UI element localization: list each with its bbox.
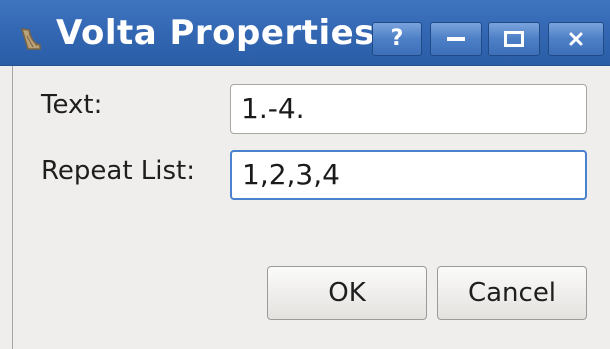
minimize-button[interactable] <box>430 22 482 56</box>
help-button[interactable]: ? <box>372 22 422 56</box>
text-label: Text: <box>41 90 103 120</box>
title-bar[interactable]: Volta Properties ? <box>0 0 610 66</box>
maximize-button[interactable] <box>488 22 540 56</box>
ok-button[interactable]: OK <box>267 266 427 320</box>
help-icon: ? <box>390 26 404 51</box>
close-button[interactable] <box>548 22 604 56</box>
harp-icon <box>18 26 44 52</box>
volta-properties-dialog: Volta Properties ? Text: 1.-4. Repeat Li… <box>0 0 610 349</box>
repeat-list-field[interactable]: 1,2,3,4 <box>230 150 587 200</box>
repeat-list-label: Repeat List: <box>41 156 195 186</box>
window-title: Volta Properties <box>56 13 375 53</box>
cancel-button[interactable]: Cancel <box>437 266 587 320</box>
text-field[interactable]: 1.-4. <box>230 84 587 134</box>
dialog-body: Text: 1.-4. Repeat List: 1,2,3,4 OK Canc… <box>12 66 610 349</box>
